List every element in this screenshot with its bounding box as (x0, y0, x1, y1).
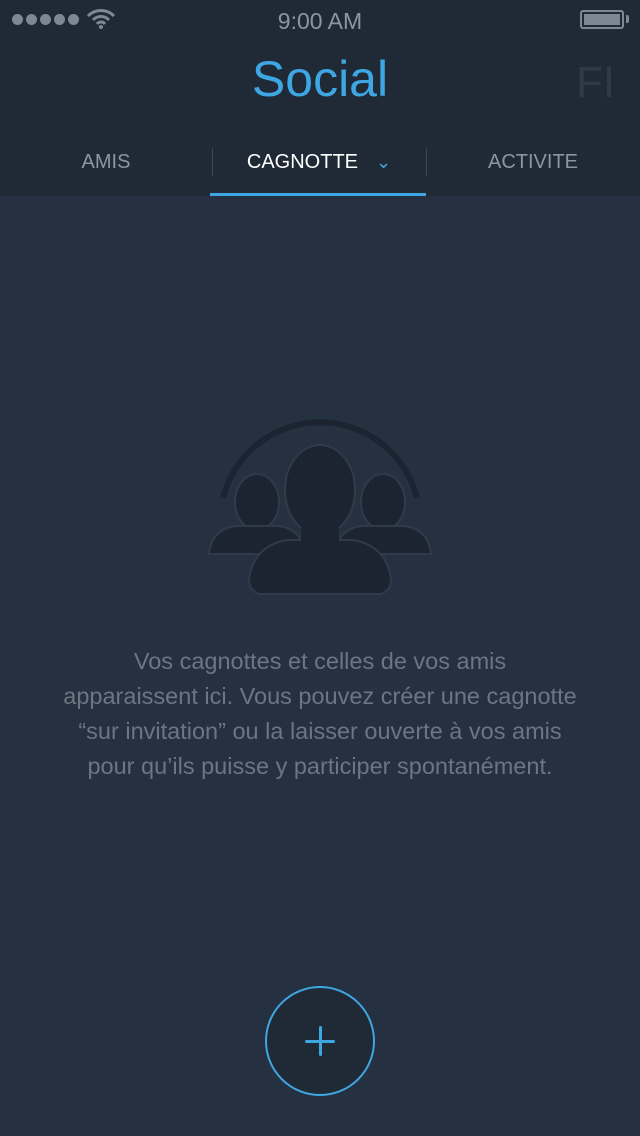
tab-amis-label: AMIS (81, 151, 131, 173)
tab-activite[interactable]: ACTIVITE (426, 128, 640, 196)
tab-activite-label: ACTIVITE (487, 151, 578, 173)
empty-state-line: pour qu’ils puisse y participer spontané… (87, 753, 553, 779)
status-bar: 9:00 AM (0, 0, 640, 40)
next-page-title-peek[interactable]: FI (576, 58, 615, 108)
empty-state-message: Vos cagnottes et celles de vos amis appa… (20, 644, 620, 784)
status-time: 9:00 AM (277, 8, 363, 34)
tab-cagnotte[interactable]: CAGNOTTE ⌄ (212, 128, 426, 196)
empty-state-line: apparaissent ici. Vous pouvez créer une … (63, 683, 577, 709)
add-cagnotte-button[interactable] (265, 986, 375, 1096)
chevron-down-icon[interactable]: ⌄ (376, 128, 391, 196)
tab-bar: AMIS CAGNOTTE ⌄ ACTIVITE (0, 128, 640, 196)
group-people-icon (207, 419, 433, 595)
battery-tip (626, 15, 629, 23)
active-tab-indicator (210, 193, 426, 196)
empty-state-line: Vos cagnottes et celles de vos amis (133, 648, 507, 674)
page-title: Social (251, 51, 389, 107)
plus-icon (319, 1026, 322, 1056)
battery-icon (580, 10, 624, 29)
tab-cagnotte-label: CAGNOTTE (246, 151, 359, 173)
top-bar: 9:00 AM Social FI AMIS CAGNOTTE ⌄ ACTIVIT… (0, 0, 640, 196)
empty-state-line: “sur invitation” ou la laisser ouverte à… (78, 718, 562, 744)
tab-amis[interactable]: AMIS (0, 128, 212, 196)
